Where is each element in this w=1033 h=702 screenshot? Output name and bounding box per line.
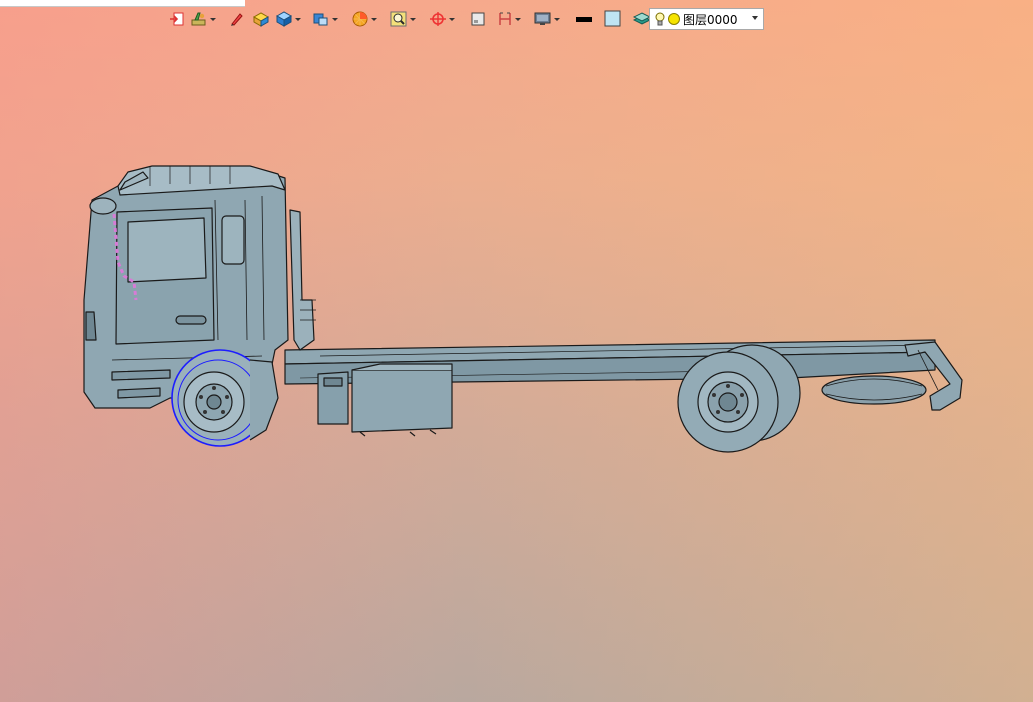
- origin-axis-icon: [430, 12, 446, 26]
- zoom-fit-icon: [390, 11, 407, 27]
- origin-axis-button[interactable]: [428, 8, 456, 30]
- render-style-button[interactable]: [350, 8, 378, 30]
- chevron-down-icon[interactable]: [410, 17, 416, 21]
- fill-color-button[interactable]: [603, 8, 623, 30]
- line-color-swatch: [576, 17, 592, 22]
- monitor-view-button[interactable]: [533, 8, 561, 30]
- view-toolbar: [168, 8, 663, 30]
- chevron-down-icon[interactable]: [554, 17, 560, 21]
- 3d-viewport[interactable]: [0, 32, 1033, 702]
- line-color-button[interactable]: [574, 8, 594, 30]
- chevron-down-icon[interactable]: [449, 17, 455, 21]
- render-style-icon: [352, 11, 368, 27]
- layer-color-dot: [668, 13, 680, 25]
- side-mirror: [89, 197, 117, 215]
- rear-underrun: [904, 341, 963, 411]
- dimension-button[interactable]: [496, 8, 522, 30]
- view-orient-icon: [313, 13, 328, 26]
- layer-dropdown[interactable]: 图层0000: [649, 8, 764, 30]
- sleeper-window: [221, 215, 245, 265]
- truck-chassis-model[interactable]: [0, 32, 1033, 702]
- lightbulb-icon: [655, 12, 665, 26]
- pencil-icon: [231, 13, 243, 26]
- monitor-view-icon: [534, 12, 551, 25]
- chevron-down-icon[interactable]: [515, 17, 521, 21]
- exhaust-stack: [289, 209, 315, 351]
- sketch-tools-button[interactable]: [189, 8, 217, 30]
- layer-name: 图层0000: [683, 12, 738, 27]
- zoom-fit-button[interactable]: [389, 8, 417, 30]
- chevron-down-icon[interactable]: [371, 17, 377, 21]
- cube-shaded-button[interactable]: [274, 8, 302, 30]
- view-orient-button[interactable]: [311, 8, 339, 30]
- door-handle: [175, 315, 207, 325]
- chevron-down-icon[interactable]: [752, 16, 758, 20]
- box-solid-icon: [252, 12, 270, 27]
- chevron-down-icon[interactable]: [332, 17, 338, 21]
- pencil-button[interactable]: [228, 8, 244, 30]
- chevron-down-icon[interactable]: [295, 17, 301, 21]
- fuel-tank: [351, 369, 453, 433]
- sketch-tools-icon: [191, 12, 206, 26]
- frame-button[interactable]: [469, 8, 487, 30]
- frame-icon: [471, 12, 485, 26]
- exit-sketch-button[interactable]: [168, 8, 186, 30]
- door-window: [127, 217, 207, 283]
- window-title-strip: [0, 0, 245, 7]
- dimension-icon: [499, 12, 511, 25]
- cube-shaded-icon: [275, 11, 293, 27]
- chevron-down-icon[interactable]: [210, 17, 216, 21]
- fill-color-swatch: [604, 10, 621, 27]
- exit-sketch-icon: [170, 12, 184, 26]
- box-solid-button[interactable]: [251, 8, 271, 30]
